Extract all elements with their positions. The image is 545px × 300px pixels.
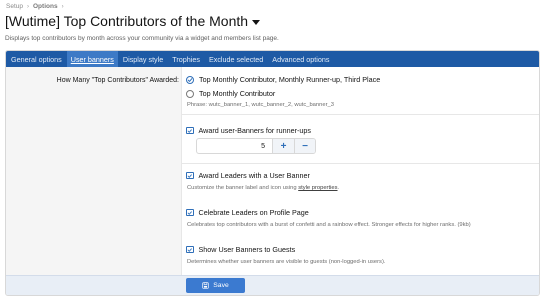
- tab-user-banners[interactable]: User banners: [66, 51, 118, 67]
- tab-bar: General options User banners Display sty…: [6, 51, 539, 67]
- tab-display-style[interactable]: Display style: [119, 51, 167, 67]
- style-properties-link[interactable]: style properties: [298, 185, 337, 191]
- radio-option-three-places[interactable]: Top Monthly Contributor, Monthly Runner-…: [186, 75, 380, 84]
- save-icon: [202, 282, 209, 289]
- breadcrumb: Setup › Options ›: [6, 3, 64, 10]
- runner-ups-checkbox[interactable]: Award user-Banners for runner-ups: [186, 126, 311, 135]
- save-button-label: Save: [213, 282, 229, 289]
- guests-checkbox[interactable]: Show User Banners to Guests: [186, 245, 295, 254]
- form-footer: Save: [6, 275, 539, 295]
- caret-down-icon[interactable]: [252, 19, 261, 25]
- tab-general-options[interactable]: General options: [7, 51, 66, 67]
- checkbox-checked-icon: [186, 208, 194, 217]
- breadcrumb-separator-icon: ›: [27, 3, 29, 10]
- save-button[interactable]: Save: [186, 278, 245, 293]
- celebrate-checkbox[interactable]: Celebrate Leaders on Profile Page: [186, 208, 309, 217]
- breadcrumb-separator-icon: ›: [61, 3, 64, 10]
- radio-option-label: Top Monthly Contributor, Monthly Runner-…: [199, 75, 381, 84]
- checkbox-checked-icon: [186, 245, 194, 254]
- leaders-banner-checkbox[interactable]: Award Leaders with a User Banner: [186, 171, 310, 180]
- celebrate-hint: Celebrates top contributors with a burst…: [187, 222, 471, 228]
- phrase-hint: Phrase: wutc_banner_1, wutc_banner_2, wu…: [187, 102, 334, 108]
- how-many-label: How Many "Top Contributors" Awarded:: [56, 77, 179, 84]
- options-panel: General options User banners Display sty…: [5, 50, 540, 296]
- checkbox-checked-icon: [186, 171, 194, 180]
- stepper-plus-button[interactable]: +: [273, 139, 294, 153]
- breadcrumb-item-options[interactable]: Options: [33, 3, 58, 10]
- tab-advanced-options[interactable]: Advanced options: [268, 51, 333, 67]
- page-title-text: [Wutime] Top Contributors of the Month: [5, 13, 249, 29]
- divider: [182, 114, 539, 115]
- stepper-value[interactable]: 5: [197, 139, 273, 153]
- radio-unchecked-icon: [186, 89, 194, 98]
- checkbox-checked-icon: [186, 126, 194, 135]
- radio-option-top-only[interactable]: Top Monthly Contributor: [186, 89, 275, 98]
- page-title[interactable]: [Wutime] Top Contributors of the Month: [5, 13, 261, 29]
- tab-exclude-selected[interactable]: Exclude selected: [205, 51, 267, 67]
- leaders-hint: Customize the banner label and icon usin…: [187, 185, 339, 191]
- radio-checked-icon: [186, 75, 194, 84]
- tab-trophies[interactable]: Trophies: [168, 51, 204, 67]
- leaders-hint-text: Customize the banner label and icon usin…: [187, 185, 297, 191]
- runner-ups-label: Award user-Banners for runner-ups: [198, 126, 312, 135]
- celebrate-label: Celebrate Leaders on Profile Page: [198, 208, 309, 217]
- page-description: Displays top contributors by month acros…: [5, 35, 279, 42]
- label-column: How Many "Top Contributors" Awarded:: [6, 67, 182, 277]
- divider: [182, 163, 539, 164]
- guests-label: Show User Banners to Guests: [198, 245, 296, 254]
- runner-ups-stepper[interactable]: 5 + −: [196, 138, 316, 154]
- radio-option-label: Top Monthly Contributor: [199, 89, 276, 98]
- leaders-banner-label: Award Leaders with a User Banner: [198, 171, 310, 180]
- guests-hint: Determines whether user banners are visi…: [187, 259, 386, 265]
- breadcrumb-item-setup[interactable]: Setup: [6, 3, 23, 10]
- stepper-minus-button[interactable]: −: [294, 139, 315, 153]
- leaders-hint-suffix: .: [337, 185, 340, 191]
